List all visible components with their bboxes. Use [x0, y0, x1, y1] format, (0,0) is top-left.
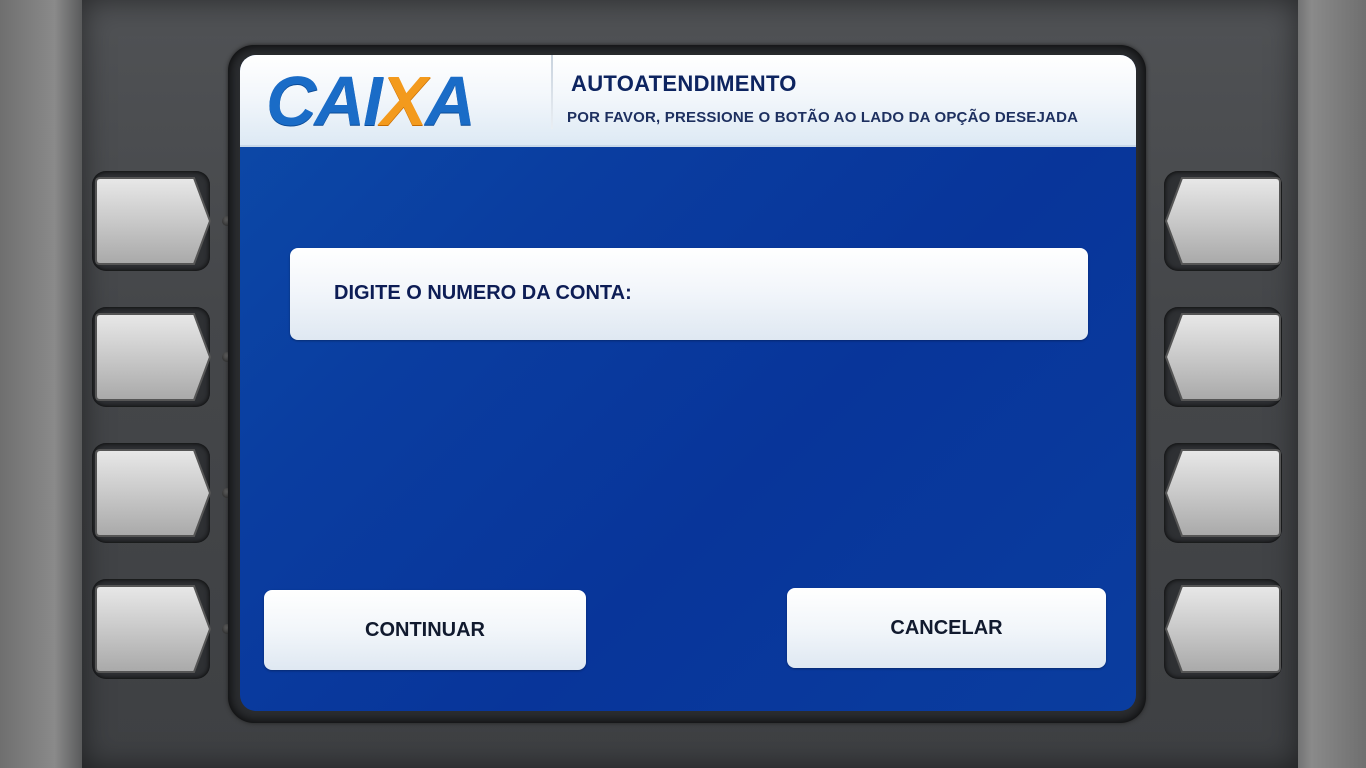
- logo-text-right: A: [425, 62, 476, 140]
- cancel-button[interactable]: CANCELAR: [787, 588, 1106, 668]
- header-title: AUTOATENDIMENTO: [571, 71, 797, 96]
- right-side-key-2[interactable]: [1164, 310, 1282, 404]
- left-side-key-1[interactable]: [94, 174, 212, 268]
- atm-screen: CAIXA AUTOATENDIMENTO POR FAVOR, PRESSIO…: [240, 55, 1136, 711]
- right-side-key-3[interactable]: [1164, 446, 1282, 540]
- left-side-key-3[interactable]: [94, 446, 212, 540]
- account-number-field[interactable]: DIGITE O NUMERO DA CONTA:: [290, 248, 1088, 340]
- header-instructions: POR FAVOR, PRESSIONE O BOTÃO AO LADO DA …: [567, 109, 1079, 126]
- screen-header: CAIXA AUTOATENDIMENTO POR FAVOR, PRESSIO…: [240, 55, 1136, 147]
- logo-text-left: CAI: [266, 62, 383, 140]
- continue-button[interactable]: CONTINUAR: [264, 590, 586, 670]
- account-number-label: DIGITE O NUMERO DA CONTA:: [334, 282, 632, 304]
- left-side-key-4[interactable]: [94, 582, 212, 676]
- right-side-key-4[interactable]: [1164, 582, 1282, 676]
- right-side-key-1[interactable]: [1164, 174, 1282, 268]
- logo-text-x: X: [380, 62, 428, 140]
- left-side-key-2[interactable]: [94, 310, 212, 404]
- caixa-logo: CAIXA: [266, 63, 536, 139]
- header-divider: [551, 55, 553, 129]
- account-number-value[interactable]: [690, 282, 1050, 308]
